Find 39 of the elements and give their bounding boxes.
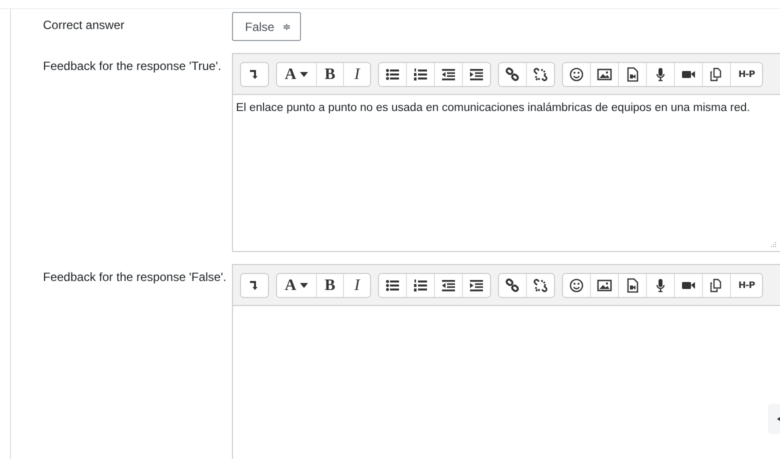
media-file-icon	[625, 278, 640, 293]
link-icon	[505, 67, 520, 82]
numbered-list-icon	[413, 67, 428, 82]
unlink-button[interactable]	[526, 63, 554, 86]
indent-button[interactable]	[462, 63, 490, 86]
rich-text-editor[interactable]: A B I H-P El enlace punto a punto no es usada en comunicaciones inalámbricas de equipos en una misma red.	[232, 53, 780, 252]
field-label: Feedback for the response 'True'.	[43, 58, 222, 75]
caret-icon	[300, 72, 308, 77]
caret-icon	[300, 283, 308, 288]
bulleted-list-icon	[385, 67, 400, 82]
bulleted-list-icon	[385, 278, 400, 293]
h5p-button[interactable]: H-P	[730, 63, 762, 86]
image-icon	[597, 67, 612, 82]
h5p-button[interactable]: H-P	[730, 274, 762, 297]
emoji-icon	[569, 67, 584, 82]
feedback-text: El enlace punto a punto no es usada en comunicaciones inalámbricas de equipos en una misma red.	[236, 102, 750, 114]
emoji-icon	[569, 278, 584, 293]
arrow-icon	[777, 417, 780, 421]
italic-button[interactable]: I	[343, 274, 370, 297]
link-icon	[505, 278, 520, 293]
unlink-icon	[533, 278, 548, 293]
copy-icon	[709, 278, 724, 293]
italic-button[interactable]: I	[343, 63, 370, 86]
image-icon	[597, 278, 612, 293]
field-label: Feedback for the response 'False'.	[43, 269, 228, 286]
drawer-handle[interactable]	[768, 404, 780, 434]
rich-text-editor[interactable]: A B I H-P	[232, 264, 780, 459]
numbered-list-icon	[413, 278, 428, 293]
outdent-icon	[441, 278, 456, 293]
unlink-icon	[533, 67, 548, 82]
indent-icon	[469, 67, 484, 82]
field-label: Correct answer	[43, 17, 126, 34]
media-file-icon	[625, 67, 640, 82]
indent-button[interactable]	[462, 274, 490, 297]
unlink-button[interactable]	[526, 274, 554, 297]
outdent-icon	[441, 67, 456, 82]
correct-answer-select[interactable]: False ≑	[232, 12, 302, 41]
indent-icon	[469, 278, 484, 293]
copy-icon	[709, 67, 724, 82]
